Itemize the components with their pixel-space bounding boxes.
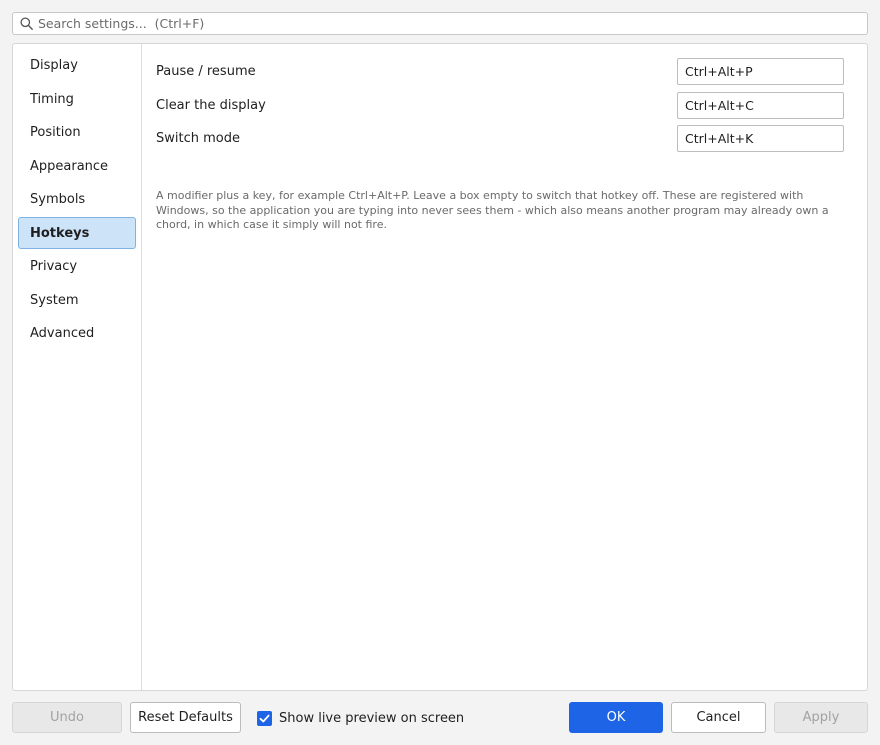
hotkey-row-pause: Pause / resume Ctrl+Alt+P <box>156 58 844 85</box>
cancel-button[interactable]: Cancel <box>671 702 766 733</box>
live-preview-toggle[interactable]: Show live preview on screen <box>257 709 464 727</box>
hotkeys-page: Pause / resume Ctrl+Alt+P Clear the disp… <box>143 44 867 690</box>
hotkey-row-clear: Clear the display Ctrl+Alt+C <box>156 92 844 119</box>
checkmark-icon <box>259 714 270 722</box>
hotkey-label-switch-mode: Switch mode <box>156 131 240 146</box>
hotkey-input-pause[interactable]: Ctrl+Alt+P <box>677 58 844 85</box>
sidebar-item-symbols[interactable]: Symbols <box>18 183 136 215</box>
sidebar-item-timing[interactable]: Timing <box>18 83 136 115</box>
settings-panel: Display Timing Position Appearance Symbo… <box>12 43 868 691</box>
search-box[interactable] <box>12 12 868 35</box>
hotkey-label-pause: Pause / resume <box>156 64 256 79</box>
sidebar: Display Timing Position Appearance Symbo… <box>13 44 142 690</box>
hotkey-input-clear[interactable]: Ctrl+Alt+C <box>677 92 844 119</box>
live-preview-checkbox[interactable] <box>257 710 272 726</box>
reset-defaults-button[interactable]: Reset Defaults <box>130 702 241 733</box>
search-input[interactable] <box>38 16 818 31</box>
sidebar-item-system[interactable]: System <box>18 284 136 316</box>
apply-button[interactable]: Apply <box>774 702 868 733</box>
hotkey-row-switch-mode: Switch mode Ctrl+Alt+K <box>156 125 844 152</box>
live-preview-label: Show live preview on screen <box>279 710 465 726</box>
undo-button[interactable]: Undo <box>12 702 122 733</box>
sidebar-item-advanced[interactable]: Advanced <box>18 317 136 349</box>
hotkey-input-switch-mode[interactable]: Ctrl+Alt+K <box>677 125 844 152</box>
ok-button[interactable]: OK <box>569 702 663 733</box>
sidebar-item-privacy[interactable]: Privacy <box>18 250 136 282</box>
sidebar-item-display[interactable]: Display <box>18 49 136 81</box>
sidebar-item-position[interactable]: Position <box>18 116 136 148</box>
search-icon <box>20 17 33 30</box>
hotkey-label-clear: Clear the display <box>156 98 266 113</box>
sidebar-item-appearance[interactable]: Appearance <box>18 150 136 182</box>
hotkeys-help-text: A modifier plus a key, for example Ctrl+… <box>156 189 829 231</box>
sidebar-item-hotkeys[interactable]: Hotkeys <box>18 216 136 249</box>
